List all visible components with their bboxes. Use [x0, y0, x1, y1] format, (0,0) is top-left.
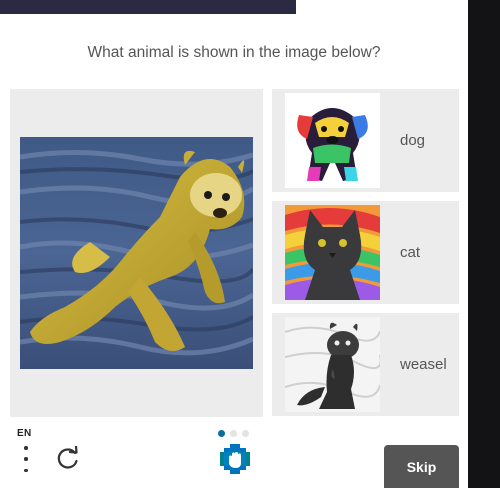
backdrop-top-strip [0, 0, 296, 14]
challenge-pager [218, 430, 249, 437]
backdrop-right [468, 0, 500, 488]
pager-dot [230, 430, 237, 437]
choice-label: cat [400, 244, 421, 261]
choice-dog[interactable]: dog [272, 89, 459, 192]
pager-dot-active [218, 430, 225, 437]
menu-dots-icon[interactable] [18, 446, 34, 472]
pager-dot [242, 430, 249, 437]
choice-label: dog [400, 132, 426, 149]
choice-label: weasel [400, 356, 447, 373]
captcha-modal: What animal is shown in the image below? [0, 14, 468, 488]
task-image-panel [10, 89, 263, 417]
language-selector[interactable]: EN [17, 428, 32, 439]
weasel-painting-image [20, 137, 253, 369]
hcaptcha-logo-icon [220, 444, 250, 474]
skip-button[interactable]: Skip [384, 445, 459, 488]
refresh-icon[interactable] [55, 445, 81, 472]
cat-image [285, 205, 380, 300]
weasel-image [285, 317, 380, 412]
dog-image [285, 93, 380, 188]
challenge-prompt: What animal is shown in the image below? [87, 44, 381, 61]
choice-weasel[interactable]: weasel [272, 313, 459, 416]
choice-cat[interactable]: cat [272, 201, 459, 304]
